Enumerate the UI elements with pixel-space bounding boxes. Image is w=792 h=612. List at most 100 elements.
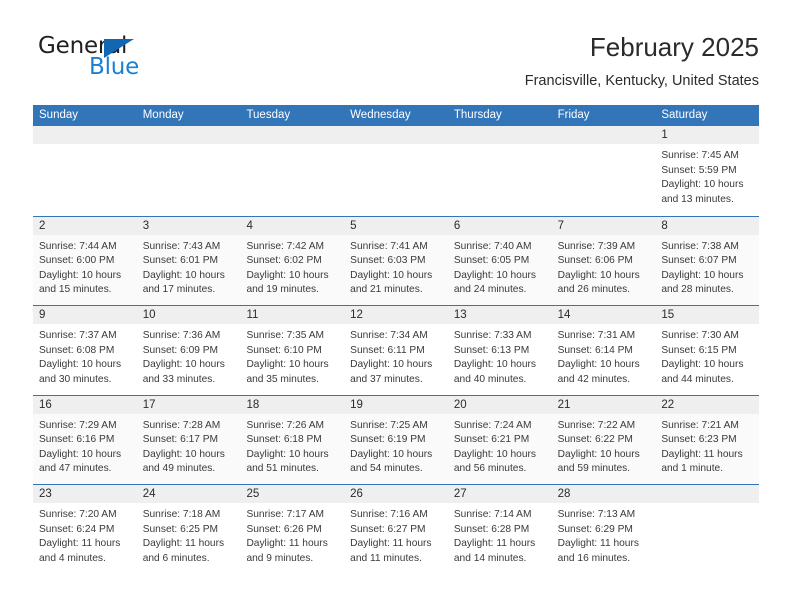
general-blue-logo[interactable]: General Blue	[33, 31, 263, 91]
day-number-band: 3	[136, 216, 241, 235]
sunset-text: Sunset: 6:09 PM	[142, 344, 219, 356]
day-number-band: 6	[447, 216, 552, 235]
calendar-week-row: 2 Sunrise: 7:44 AM Sunset: 6:00 PM Daylight…	[33, 215, 760, 305]
day-cell[interactable]: 2 Sunrise: 7:44 AM Sunset: 6:00 PM Daylight…	[33, 216, 137, 305]
day-cell[interactable]: 9 Sunrise: 7:37 AM Sunset: 6:08 PM Daylight…	[33, 306, 137, 395]
sunrise-text: Sunrise: 7:34 AM	[350, 330, 428, 341]
day-number: 7	[557, 219, 564, 232]
day-number: 9	[39, 309, 46, 321]
weekday-header-sunday: Sunday	[39, 109, 79, 121]
day-cell[interactable]: 20 Sunrise: 7:24 AM Sunset: 6:21 PM Dayligh…	[447, 395, 552, 484]
title-block: February 2025 Francisville, Kentucky, Un…	[525, 31, 759, 92]
day-number: 1	[661, 129, 668, 141]
day-cell[interactable]: 3 Sunrise: 7:43 AM Sunset: 6:01 PM Daylight…	[136, 216, 241, 305]
day-cell[interactable]: 25 Sunrise: 7:17 AM Sunset: 6:26 PM Dayligh…	[240, 485, 345, 574]
day-cell[interactable]: 4 Sunrise: 7:42 AM Sunset: 6:02 PM Daylight…	[240, 216, 345, 305]
daylight-text-line1: Daylight: 11 hours	[142, 538, 225, 550]
sunset-text: Sunset: 6:19 PM	[350, 434, 426, 446]
daylight-text-line2: and 9 minutes.	[246, 552, 314, 564]
day-number-band: 16	[33, 395, 137, 414]
daylight-text-line2: and 33 minutes.	[142, 373, 216, 385]
day-number-band: 1	[655, 126, 760, 144]
sunset-text: Sunset: 6:16 PM	[39, 434, 115, 446]
day-details: Sunrise: 7:26 AM Sunset: 6:18 PM Daylight:…	[240, 414, 344, 477]
day-cell[interactable]: 13 Sunrise: 7:33 AM Sunset: 6:13 PM Dayligh…	[447, 306, 552, 395]
sunrise-text: Sunrise: 7:29 AM	[39, 419, 117, 431]
day-cell[interactable]: 1 Sunrise: 7:45 AM Sunset: 5:59 PM Daylight…	[655, 126, 760, 216]
day-number-band: 14	[551, 306, 656, 324]
day-cell[interactable]: 27 Sunrise: 7:14 AM Sunset: 6:28 PM Dayligh…	[447, 485, 552, 574]
daylight-text-line2: and 24 minutes.	[453, 284, 527, 296]
day-cell[interactable]: 18 Sunrise: 7:26 AM Sunset: 6:18 PM Dayligh…	[240, 395, 345, 484]
daylight-text-line1: Daylight: 10 hours	[39, 359, 122, 371]
day-number-band	[136, 126, 241, 144]
day-cell[interactable]: 28 Sunrise: 7:13 AM Sunset: 6:29 PM Dayligh…	[551, 485, 656, 574]
sunrise-text: Sunrise: 7:25 AM	[350, 419, 428, 431]
sunrise-text: Sunrise: 7:38 AM	[661, 240, 739, 252]
sunset-text: Sunset: 6:23 PM	[661, 434, 737, 446]
day-cell[interactable]: 14 Sunrise: 7:31 AM Sunset: 6:14 PM Dayligh…	[551, 306, 656, 395]
day-cell[interactable]: 7 Sunrise: 7:39 AM Sunset: 6:06 PM Daylight…	[551, 216, 656, 305]
day-cell[interactable]: 8 Sunrise: 7:38 AM Sunset: 6:07 PM Daylight…	[655, 216, 760, 305]
day-number: 22	[661, 398, 675, 411]
day-cell[interactable]: 12 Sunrise: 7:34 AM Sunset: 6:11 PM Dayligh…	[344, 306, 448, 395]
day-details: Sunrise: 7:20 AM Sunset: 6:24 PM Daylight:…	[33, 503, 137, 566]
day-cell[interactable]: 23 Sunrise: 7:20 AM Sunset: 6:24 PM Dayligh…	[33, 485, 137, 574]
day-details: Sunrise: 7:38 AM Sunset: 6:07 PM Daylight:…	[655, 235, 759, 298]
day-cell[interactable]: 16 Sunrise: 7:29 AM Sunset: 6:16 PM Dayligh…	[33, 395, 137, 484]
calendar-week-row: 9 Sunrise: 7:37 AM Sunset: 6:08 PM Daylight…	[33, 305, 760, 395]
day-cell-empty	[240, 126, 345, 216]
day-cell[interactable]: 24 Sunrise: 7:18 AM Sunset: 6:25 PM Dayligh…	[136, 485, 241, 574]
daylight-text-line2: and 51 minutes.	[246, 463, 319, 475]
day-cell[interactable]: 26 Sunrise: 7:16 AM Sunset: 6:27 PM Dayligh…	[344, 485, 448, 574]
sunrise-text: Sunrise: 7:33 AM	[453, 330, 532, 341]
weekday-header-tuesday: Tuesday	[246, 109, 291, 121]
daylight-text-line2: and 30 minutes.	[39, 373, 112, 385]
day-details: Sunrise: 7:30 AM Sunset: 6:15 PM Daylight:…	[655, 324, 759, 387]
daylight-text-line1: Daylight: 10 hours	[453, 269, 536, 281]
sunrise-text: Sunrise: 7:31 AM	[557, 330, 636, 341]
day-number-band: 9	[33, 306, 137, 324]
day-cell[interactable]: 11 Sunrise: 7:35 AM Sunset: 6:10 PM Dayligh…	[240, 306, 345, 395]
daylight-text-line2: and 44 minutes.	[661, 373, 734, 385]
sunset-text: Sunset: 6:07 PM	[661, 255, 737, 267]
day-number-band: 27	[447, 485, 552, 503]
sunset-text: Sunset: 6:25 PM	[142, 523, 219, 535]
day-number-band	[551, 126, 656, 144]
day-cell[interactable]: 17 Sunrise: 7:28 AM Sunset: 6:17 PM Dayligh…	[136, 395, 241, 484]
day-cell-empty	[655, 485, 760, 574]
day-details: Sunrise: 7:22 AM Sunset: 6:22 PM Daylight:…	[552, 414, 656, 477]
day-number: 23	[39, 488, 52, 500]
calendar-body: 1 Sunrise: 7:45 AM Sunset: 5:59 PM Daylight…	[33, 126, 760, 574]
daylight-text-line2: and 15 minutes.	[39, 284, 112, 296]
day-number-band: 18	[240, 395, 345, 414]
daylight-text-line1: Daylight: 11 hours	[246, 538, 328, 550]
day-cell[interactable]: 21 Sunrise: 7:22 AM Sunset: 6:22 PM Dayligh…	[551, 395, 656, 484]
day-number-band: 19	[344, 395, 448, 414]
day-number: 5	[350, 219, 357, 232]
daylight-text-line2: and 40 minutes.	[453, 373, 527, 385]
day-number-band: 24	[136, 485, 241, 503]
sunset-text: Sunset: 6:02 PM	[246, 255, 322, 267]
daylight-text-line1: Daylight: 10 hours	[142, 359, 225, 371]
day-details: Sunrise: 7:44 AM Sunset: 6:00 PM Daylight:…	[33, 235, 137, 298]
day-cell[interactable]: 5 Sunrise: 7:41 AM Sunset: 6:03 PM Daylight…	[344, 216, 448, 305]
sunset-text: Sunset: 6:29 PM	[557, 523, 633, 535]
sunset-text: Sunset: 6:24 PM	[39, 523, 115, 535]
day-number-band: 12	[344, 306, 448, 324]
day-cell[interactable]: 22 Sunrise: 7:21 AM Sunset: 6:23 PM Dayligh…	[655, 395, 760, 484]
sunset-text: Sunset: 6:08 PM	[39, 344, 115, 356]
day-details: Sunrise: 7:17 AM Sunset: 6:26 PM Daylight:…	[240, 503, 344, 566]
day-cell[interactable]: 10 Sunrise: 7:36 AM Sunset: 6:09 PM Dayligh…	[136, 306, 241, 395]
day-number-band	[240, 126, 345, 144]
day-number: 16	[39, 398, 52, 411]
day-number-band: 17	[136, 395, 241, 414]
calendar-grid: Sunday Monday Tuesday Wednesday Thursday Frid…	[33, 105, 760, 574]
calendar-week-row: 1 Sunrise: 7:45 AM Sunset: 5:59 PM Daylight…	[33, 126, 760, 216]
day-cell[interactable]: 15 Sunrise: 7:30 AM Sunset: 6:15 PM Dayligh…	[655, 306, 760, 395]
day-details: Sunrise: 7:21 AM Sunset: 6:23 PM Daylight:…	[655, 414, 759, 477]
day-cell[interactable]: 19 Sunrise: 7:25 AM Sunset: 6:19 PM Dayligh…	[344, 395, 448, 484]
daylight-text-line2: and 14 minutes.	[453, 552, 527, 564]
sunrise-text: Sunrise: 7:26 AM	[246, 419, 325, 431]
day-cell[interactable]: 6 Sunrise: 7:40 AM Sunset: 6:05 PM Daylight…	[447, 216, 552, 305]
